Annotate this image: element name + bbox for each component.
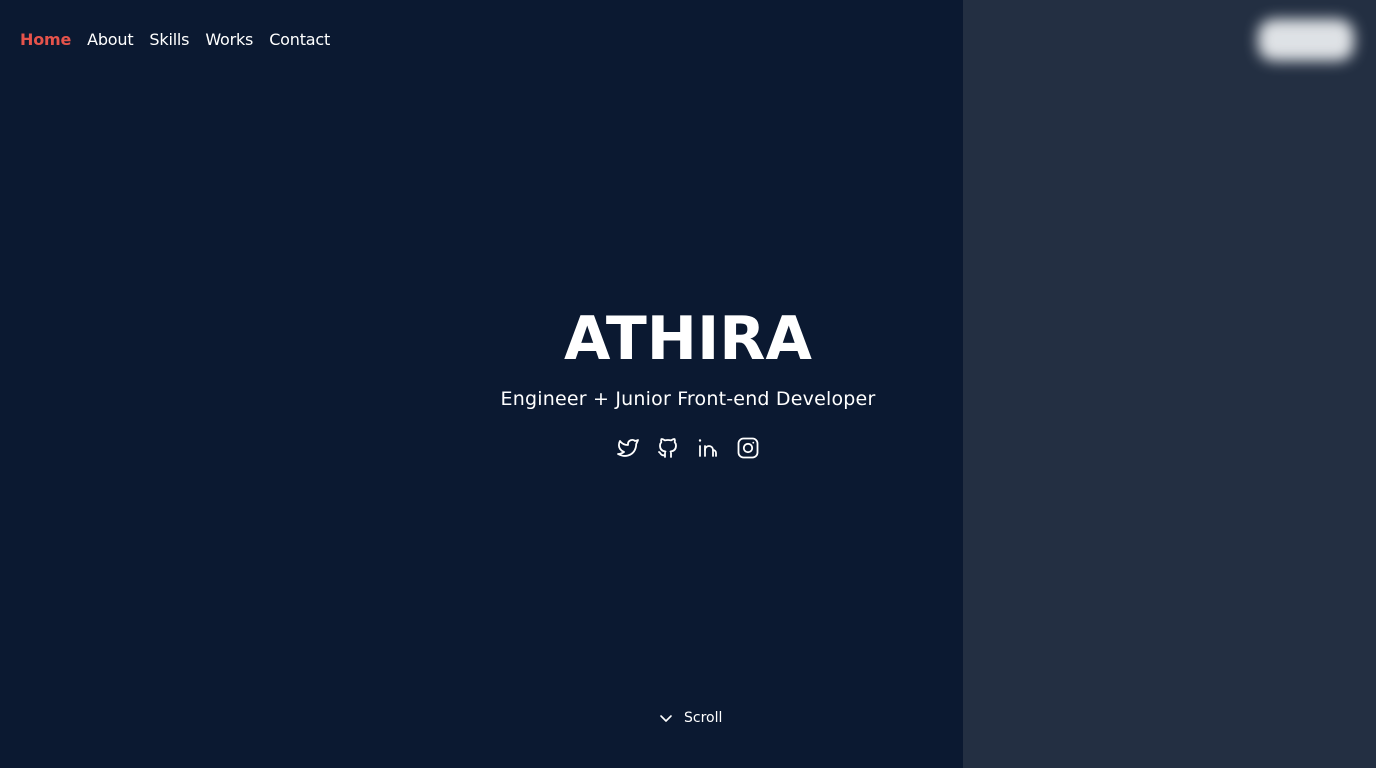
twitter-icon [617,439,639,457]
hero: ATHIRA Engineer + Junior Front-end Devel… [0,302,1376,411]
instagram-icon [737,437,759,459]
hero-tagline: Engineer + Junior Front-end Developer [500,388,876,410]
github-link[interactable] [656,436,680,460]
nav-item-contact[interactable]: Contact [269,29,330,51]
nav-item-works[interactable]: Works [205,29,253,51]
twitter-link[interactable] [616,436,640,460]
github-icon [658,438,677,458]
nav-item-about[interactable]: About [87,29,134,51]
main-nav: Home About Skills Works Contact [20,29,330,51]
instagram-link[interactable] [736,436,760,460]
nav-item-home[interactable]: Home [20,29,71,51]
chevron-down-icon [660,715,672,722]
linkedin-link[interactable] [696,436,720,460]
nav-item-skills[interactable]: Skills [149,29,189,51]
blurred-button[interactable] [1258,19,1354,61]
scroll-label: Scroll [684,710,723,726]
social-links [616,436,760,460]
linkedin-icon [698,439,717,457]
scroll-indicator[interactable]: Scroll [658,708,722,728]
page: Home About Skills Works Contact ATHIRA E… [0,0,1376,768]
hero-name: ATHIRA [564,304,812,374]
